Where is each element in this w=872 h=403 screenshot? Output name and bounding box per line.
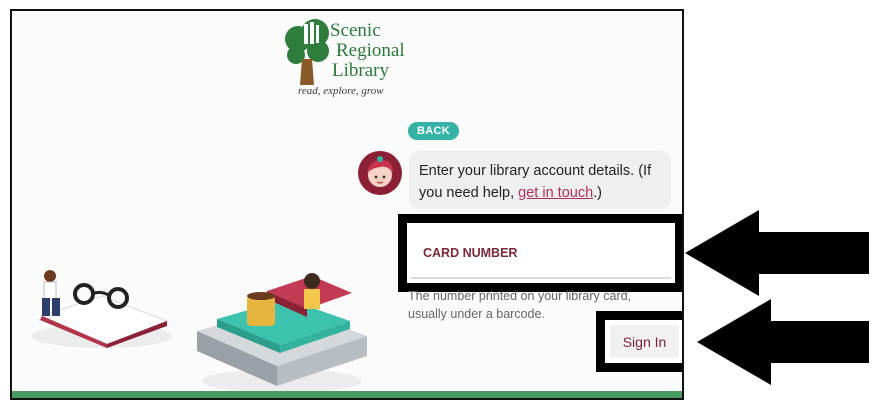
- library-name-line-1: Scenic: [330, 20, 381, 41]
- sign-in-highlight: Sign In: [596, 311, 682, 372]
- library-name: Scenic Regional Library: [330, 21, 405, 81]
- arrow-left-icon: [685, 210, 869, 296]
- back-button[interactable]: BACK: [408, 122, 459, 140]
- bottom-accent-bar: [12, 391, 682, 398]
- library-name-line-2: Regional: [336, 40, 405, 61]
- library-name-line-3: Library: [332, 60, 389, 81]
- library-tree-logo-icon: [285, 19, 329, 85]
- sign-in-button[interactable]: Sign In: [610, 325, 679, 358]
- library-tagline: read, explore, grow: [298, 85, 384, 97]
- library-logo: Scenic Regional Library read, explore, g…: [282, 15, 422, 105]
- instruction-message: Enter your library account details. (If …: [409, 151, 671, 209]
- reader-avatar-icon: [358, 151, 402, 195]
- books-stack-illustration: [197, 273, 367, 393]
- reading-person-illustration: [32, 270, 172, 348]
- app-frame: Scenic Regional Library read, explore, g…: [10, 9, 684, 400]
- input-underline: [411, 277, 671, 279]
- card-number-input[interactable]: [411, 227, 671, 279]
- arrow-left-icon: [697, 299, 869, 385]
- card-number-highlight: [398, 214, 682, 292]
- message-text-end: .): [593, 185, 603, 201]
- get-in-touch-link[interactable]: get in touch: [518, 185, 593, 201]
